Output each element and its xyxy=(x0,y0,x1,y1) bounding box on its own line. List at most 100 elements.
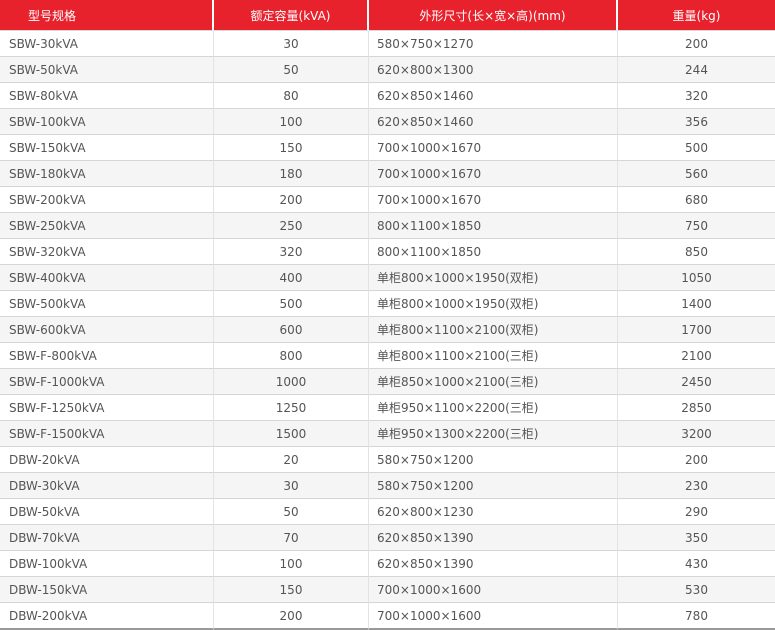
cell-dimensions: 620×850×1390 xyxy=(369,551,618,577)
table-row: SBW-F-1500kVA 1500 单柜950×1300×2200(三柜) 3200 xyxy=(0,421,775,447)
cell-weight: 230 xyxy=(618,473,775,499)
cell-weight: 1400 xyxy=(618,291,775,317)
table-header: 型号规格 额定容量(kVA) 外形尺寸(长×宽×高)(mm) 重量(kg) xyxy=(0,0,775,31)
cell-weight: 290 xyxy=(618,499,775,525)
cell-model: SBW-200kVA xyxy=(0,187,214,213)
table-row: SBW-100kVA 100 620×850×1460 356 xyxy=(0,109,775,135)
cell-dimensions: 620×850×1460 xyxy=(369,83,618,109)
cell-dimensions: 620×850×1390 xyxy=(369,525,618,551)
cell-model: DBW-150kVA xyxy=(0,577,214,603)
cell-capacity: 250 xyxy=(214,213,369,239)
cell-weight: 244 xyxy=(618,57,775,83)
cell-capacity: 20 xyxy=(214,447,369,473)
cell-capacity: 200 xyxy=(214,187,369,213)
cell-weight: 320 xyxy=(618,83,775,109)
cell-capacity: 320 xyxy=(214,239,369,265)
cell-model: DBW-30kVA xyxy=(0,473,214,499)
cell-capacity: 100 xyxy=(214,109,369,135)
cell-dimensions: 700×1000×1670 xyxy=(369,187,618,213)
cell-weight: 3200 xyxy=(618,421,775,447)
cell-model: DBW-50kVA xyxy=(0,499,214,525)
cell-weight: 200 xyxy=(618,31,775,57)
cell-model: SBW-F-1000kVA xyxy=(0,369,214,395)
table-row: SBW-80kVA 80 620×850×1460 320 xyxy=(0,83,775,109)
header-model: 型号规格 xyxy=(0,0,214,31)
cell-capacity: 1000 xyxy=(214,369,369,395)
table-row: SBW-F-1250kVA 1250 单柜950×1100×2200(三柜) 2850 xyxy=(0,395,775,421)
cell-capacity: 600 xyxy=(214,317,369,343)
cell-dimensions: 580×750×1270 xyxy=(369,31,618,57)
cell-capacity: 400 xyxy=(214,265,369,291)
cell-model: SBW-F-800kVA xyxy=(0,343,214,369)
table-row: SBW-320kVA 320 800×1100×1850 850 xyxy=(0,239,775,265)
cell-capacity: 200 xyxy=(214,603,369,630)
table-row: DBW-30kVA 30 580×750×1200 230 xyxy=(0,473,775,499)
cell-dimensions: 单柜950×1100×2200(三柜) xyxy=(369,395,618,421)
cell-capacity: 70 xyxy=(214,525,369,551)
cell-capacity: 150 xyxy=(214,577,369,603)
table-row: SBW-F-800kVA 800 单柜800×1100×2100(三柜) 2100 xyxy=(0,343,775,369)
cell-dimensions: 单柜800×1000×1950(双柜) xyxy=(369,265,618,291)
cell-weight: 200 xyxy=(618,447,775,473)
cell-dimensions: 单柜950×1300×2200(三柜) xyxy=(369,421,618,447)
cell-weight: 2100 xyxy=(618,343,775,369)
table-row: DBW-50kVA 50 620×800×1230 290 xyxy=(0,499,775,525)
cell-model: SBW-F-1500kVA xyxy=(0,421,214,447)
cell-capacity: 30 xyxy=(214,473,369,499)
cell-capacity: 800 xyxy=(214,343,369,369)
cell-weight: 2850 xyxy=(618,395,775,421)
cell-weight: 780 xyxy=(618,603,775,630)
cell-model: SBW-250kVA xyxy=(0,213,214,239)
cell-weight: 530 xyxy=(618,577,775,603)
table-row: SBW-180kVA 180 700×1000×1670 560 xyxy=(0,161,775,187)
table-row: DBW-70kVA 70 620×850×1390 350 xyxy=(0,525,775,551)
cell-model: SBW-30kVA xyxy=(0,31,214,57)
cell-dimensions: 单柜850×1000×2100(三柜) xyxy=(369,369,618,395)
table-row: SBW-F-1000kVA 1000 单柜850×1000×2100(三柜) 2450 xyxy=(0,369,775,395)
cell-capacity: 500 xyxy=(214,291,369,317)
cell-model: SBW-150kVA xyxy=(0,135,214,161)
cell-model: SBW-100kVA xyxy=(0,109,214,135)
cell-model: SBW-320kVA xyxy=(0,239,214,265)
cell-capacity: 50 xyxy=(214,499,369,525)
cell-model: DBW-20kVA xyxy=(0,447,214,473)
cell-model: SBW-180kVA xyxy=(0,161,214,187)
table-row: SBW-150kVA 150 700×1000×1670 500 xyxy=(0,135,775,161)
cell-capacity: 150 xyxy=(214,135,369,161)
cell-weight: 750 xyxy=(618,213,775,239)
cell-dimensions: 580×750×1200 xyxy=(369,473,618,499)
table-row: SBW-50kVA 50 620×800×1300 244 xyxy=(0,57,775,83)
cell-capacity: 180 xyxy=(214,161,369,187)
header-weight: 重量(kg) xyxy=(618,0,775,31)
cell-model: SBW-600kVA xyxy=(0,317,214,343)
cell-weight: 1700 xyxy=(618,317,775,343)
cell-model: DBW-70kVA xyxy=(0,525,214,551)
cell-capacity: 30 xyxy=(214,31,369,57)
cell-capacity: 80 xyxy=(214,83,369,109)
cell-dimensions: 800×1100×1850 xyxy=(369,239,618,265)
cell-model: DBW-100kVA xyxy=(0,551,214,577)
table-row: SBW-600kVA 600 单柜800×1100×2100(双柜) 1700 xyxy=(0,317,775,343)
cell-capacity: 1250 xyxy=(214,395,369,421)
cell-dimensions: 620×800×1300 xyxy=(369,57,618,83)
cell-weight: 2450 xyxy=(618,369,775,395)
cell-dimensions: 700×1000×1670 xyxy=(369,161,618,187)
cell-dimensions: 700×1000×1600 xyxy=(369,603,618,630)
table-row: SBW-400kVA 400 单柜800×1000×1950(双柜) 1050 xyxy=(0,265,775,291)
cell-capacity: 50 xyxy=(214,57,369,83)
table-row: SBW-200kVA 200 700×1000×1670 680 xyxy=(0,187,775,213)
cell-weight: 680 xyxy=(618,187,775,213)
cell-dimensions: 700×1000×1670 xyxy=(369,135,618,161)
table-row: DBW-150kVA 150 700×1000×1600 530 xyxy=(0,577,775,603)
cell-weight: 850 xyxy=(618,239,775,265)
cell-dimensions: 单柜800×1000×1950(双柜) xyxy=(369,291,618,317)
cell-model: SBW-500kVA xyxy=(0,291,214,317)
cell-weight: 356 xyxy=(618,109,775,135)
cell-model: SBW-50kVA xyxy=(0,57,214,83)
cell-dimensions: 700×1000×1600 xyxy=(369,577,618,603)
cell-capacity: 100 xyxy=(214,551,369,577)
cell-dimensions: 单柜800×1100×2100(双柜) xyxy=(369,317,618,343)
cell-dimensions: 620×850×1460 xyxy=(369,109,618,135)
cell-weight: 350 xyxy=(618,525,775,551)
cell-dimensions: 580×750×1200 xyxy=(369,447,618,473)
